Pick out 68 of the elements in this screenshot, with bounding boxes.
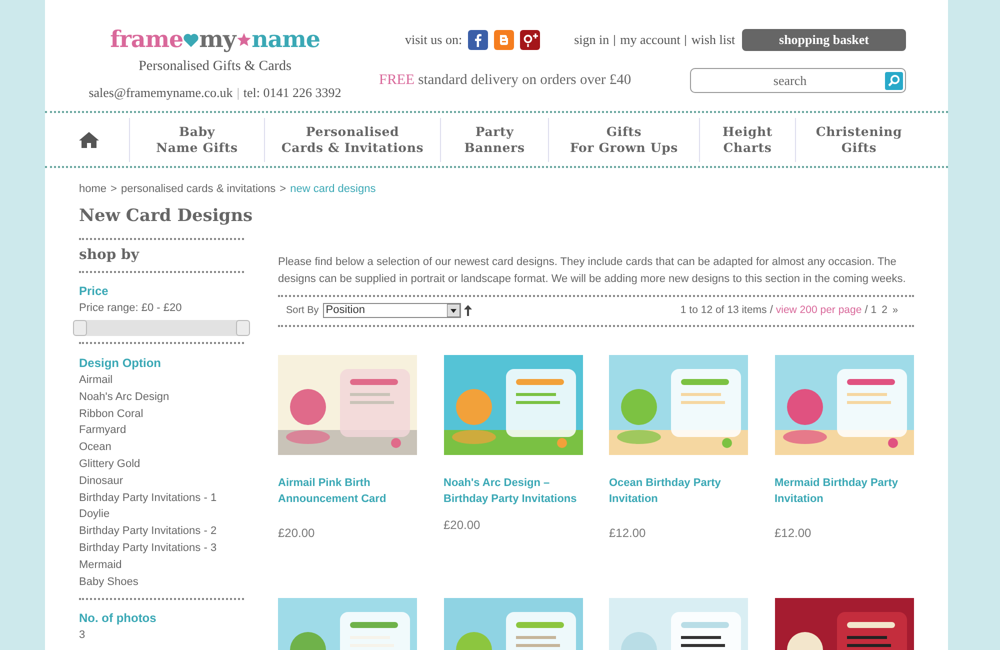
next-page-link[interactable]: » — [892, 303, 898, 318]
filter-option[interactable]: Ocean — [79, 439, 244, 456]
account-link[interactable]: sign in — [574, 30, 610, 50]
dropdown-icon — [446, 304, 460, 317]
blogger-icon[interactable] — [494, 30, 514, 50]
home-icon[interactable] — [79, 130, 99, 148]
delivery-notice: FREE standard delivery on orders over £40 — [379, 70, 632, 90]
filter-option[interactable]: Airmail — [79, 372, 244, 389]
basket-button[interactable]: shopping basket — [742, 29, 906, 51]
filter-option[interactable]: 3 — [79, 627, 244, 644]
breadcrumb-separator: > — [110, 182, 117, 197]
phone-text: tel: 0141 226 3392 — [243, 84, 342, 102]
email-text: sales@framemyname.co.uk — [88, 84, 233, 102]
separator: / — [864, 303, 868, 318]
account-link[interactable]: wish list — [691, 30, 736, 50]
product-price: £20.00 — [278, 524, 315, 542]
filter-option[interactable]: Doylie — [79, 506, 244, 524]
filter-title: No. of photos — [79, 610, 158, 628]
heart-icon — [183, 32, 200, 48]
tagline: Personalised Gifts & Cards — [138, 58, 292, 76]
search-field[interactable]: search — [690, 68, 906, 93]
breadcrumb-link[interactable]: home — [79, 180, 107, 198]
filter-option[interactable]: Noah's Arc Design — [79, 388, 244, 406]
star-icon — [236, 32, 252, 48]
breadcrumb-link[interactable]: personalised cards & invitations — [120, 180, 276, 198]
filter-title: Design Option — [79, 355, 162, 372]
page-link[interactable]: 2 — [882, 302, 888, 318]
price-slider[interactable] — [73, 320, 250, 336]
price-range-text: Price range: £0 - £20 — [79, 300, 183, 316]
nav-link[interactable]: Baby Name Gifts — [156, 124, 238, 156]
breadcrumb-separator: > — [280, 182, 286, 197]
google-plus-icon[interactable] — [520, 30, 540, 50]
intro-text: Please find below a selection of our newest card designs. They include cards that can be adapted for almost any occasion. The designs can be supplied in portrait or landscape format. We will be adding more new designs to this section in the coming weeks. — [278, 254, 907, 286]
nav-link[interactable]: Christening Gifts — [816, 124, 902, 156]
filter-option[interactable]: Farmyard — [79, 422, 244, 440]
product-price: £20.00 — [444, 516, 480, 534]
nav-link[interactable]: Gifts For Grown Ups — [570, 124, 678, 156]
page-link[interactable]: 1 — [870, 302, 877, 318]
filter-option[interactable]: Birthday Party Invitations - 3 — [79, 540, 244, 557]
sort-select[interactable]: Position — [322, 303, 461, 318]
filter-option[interactable]: Birthday Party Invitations - 2 — [79, 523, 244, 540]
facebook-icon[interactable] — [468, 30, 488, 50]
product-price: £12.00 — [774, 524, 812, 542]
sort-direction-icon[interactable] — [464, 305, 472, 316]
sort-label: Sort By — [286, 304, 319, 318]
filter-title: Price — [79, 282, 110, 300]
nav-link[interactable]: Height Charts — [722, 124, 772, 156]
item-count: 1 to 12 of 13 items — [680, 302, 767, 318]
separator: / — [770, 303, 773, 318]
view-all-link[interactable]: view 200 per page — [776, 302, 862, 318]
account-link[interactable]: my account — [620, 30, 680, 50]
slider-handle[interactable] — [236, 320, 250, 336]
filter-option[interactable]: Glittery Gold — [79, 456, 244, 473]
filter-option[interactable]: Ribbon Coral — [79, 406, 244, 422]
filter-option[interactable]: Birthday Party Invitations - 1 — [79, 490, 244, 506]
filter-option[interactable]: Mermaid — [79, 556, 244, 574]
search-icon[interactable] — [885, 72, 903, 90]
social-label: visit us on: — [405, 31, 462, 50]
separator: | — [236, 84, 240, 102]
filter-option[interactable]: Dinosaur — [79, 472, 244, 490]
slider-handle[interactable] — [73, 320, 87, 336]
nav-link[interactable]: Personalised Cards & Invitations — [281, 124, 424, 156]
logo[interactable]: frame my name — [110, 28, 320, 51]
product-price: £12.00 — [609, 524, 646, 542]
filter-option[interactable]: Baby Shoes — [79, 574, 244, 590]
sidebar-heading: shop by — [79, 246, 140, 264]
nav-link[interactable]: Party Banners — [464, 124, 525, 156]
page-title: New Card Designs — [79, 205, 254, 228]
